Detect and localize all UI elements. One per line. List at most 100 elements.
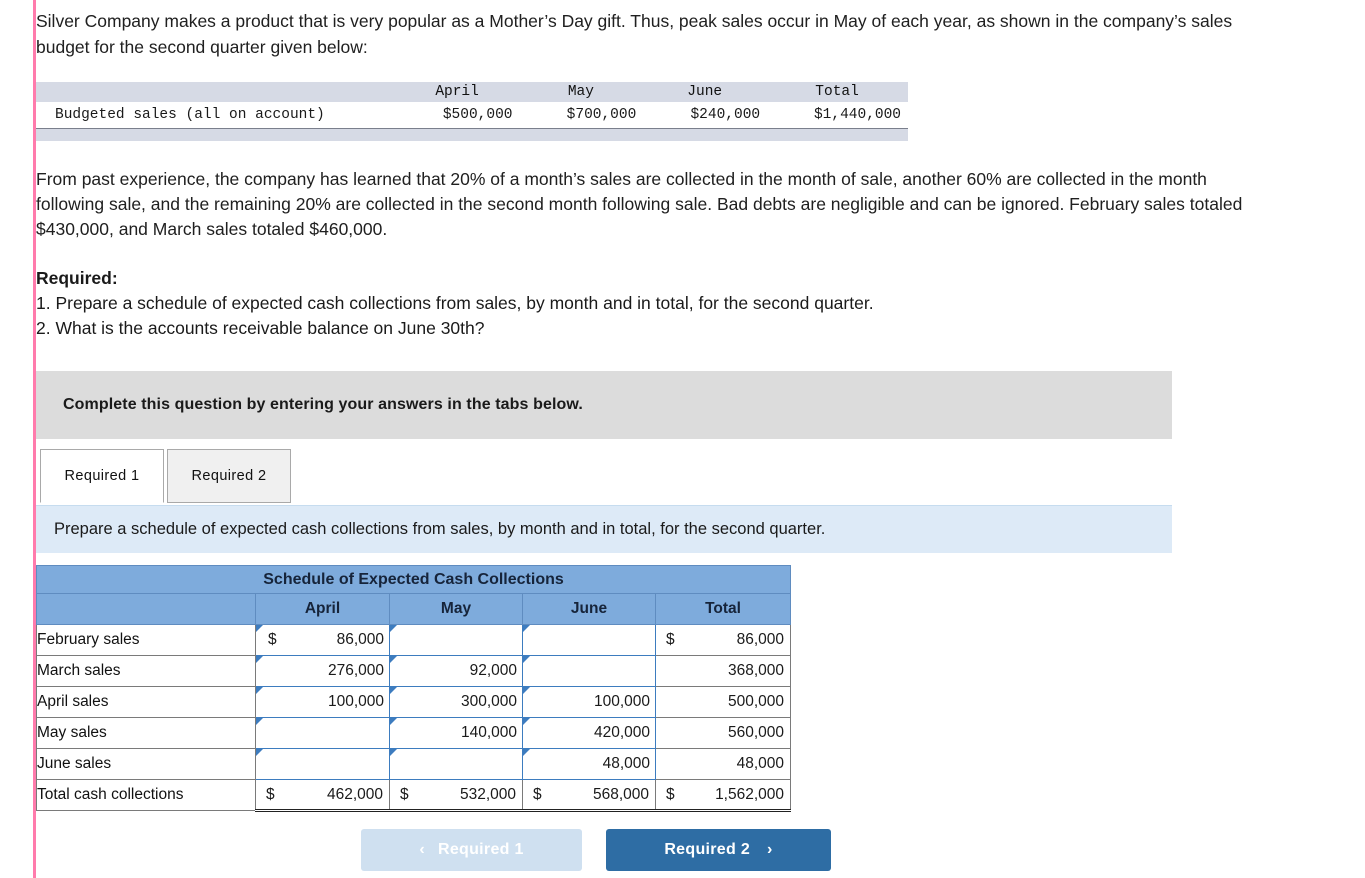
cell-value: 532,000 [459,785,516,803]
cell-total-april: $ 462,000 [255,779,390,812]
schedule-title-row: Schedule of Expected Cash Collections [35,565,792,594]
budget-header-blank [36,82,402,102]
table-row: May sales 140,000 420,000 560,000 [36,717,792,749]
cell-value: 276,000 [327,662,384,679]
cell-may-total: 560,000 [654,717,792,749]
schedule-title: Schedule of Expected Cash Collections [35,565,792,594]
chevron-left-icon: ‹ [419,841,425,858]
question-intro-text: Silver Company makes a product that is v… [36,11,1233,57]
cell-value: 86,000 [336,631,384,648]
required-item-1: 1. Prepare a schedule of expected cash c… [36,293,874,313]
cell-may-june[interactable]: 420,000 [522,717,656,749]
cell-june-june[interactable]: 48,000 [522,748,656,780]
required-heading: Required: [36,268,118,288]
page-content: Silver Company makes a product that is v… [35,0,1365,812]
next-button-label: Required 2 [664,841,751,858]
cell-march-may[interactable]: 92,000 [389,655,523,687]
row-label-total-cash-collections: Total cash collections [36,779,256,811]
budget-table-head: April May June Total [36,82,908,102]
cell-april-june[interactable]: 100,000 [522,686,656,718]
cell-june-may[interactable] [389,748,523,780]
cell-april-april[interactable]: 100,000 [255,686,390,718]
cell-total-may: $ 532,000 [389,779,523,812]
row-label-june: June sales [36,748,256,780]
cell-value: 100,000 [593,693,650,710]
previous-required-1-button[interactable]: ‹ Required 1 [361,829,582,871]
previous-button-label: Required 1 [437,841,524,858]
cell-value: 140,000 [460,724,517,741]
tab-prompt-text: Prepare a schedule of expected cash coll… [54,520,826,538]
cell-april-total: 500,000 [654,686,792,718]
cell-value: 48,000 [602,755,650,772]
cell-value: 462,000 [326,785,383,803]
schedule-table: Schedule of Expected Cash Collections Ap… [35,565,792,812]
budget-value-june: $240,000 [649,102,774,129]
budget-value-april: $500,000 [401,102,526,129]
cell-march-april[interactable]: 276,000 [255,655,390,687]
cell-value: 100,000 [327,693,384,710]
budget-header-row: April May June Total [36,82,908,102]
currency-symbol: $ [666,785,675,803]
cell-june-april[interactable] [255,748,390,780]
row-label-february: February sales [36,624,256,656]
cell-value: 560,000 [728,724,785,741]
tab-required-1[interactable]: Required 1 [40,449,164,503]
cell-june-total: 48,000 [654,748,792,780]
cell-value: 86,000 [736,631,785,648]
schedule-header-june: June [522,593,656,625]
cell-may-april[interactable] [255,717,390,749]
budgeted-sales-table-wrapper: April May June Total Budgeted sales (all… [36,82,908,141]
tab-bar: Required 1 Required 2 [36,449,1172,505]
tab-required-2-label: Required 2 [191,468,267,484]
table-row-totals: Total cash collections $ 462,000 $ 532,0… [36,779,792,812]
cell-february-total: $ 86,000 [654,624,792,656]
cell-february-may[interactable] [389,624,523,656]
schedule-header-april: April [255,593,390,625]
cell-may-may[interactable]: 140,000 [389,717,523,749]
schedule-header-blank [36,593,256,625]
cell-value: 300,000 [460,693,517,710]
budget-header-total: Total [773,82,908,102]
budget-header-april: April [401,82,526,102]
row-label-may: May sales [36,717,256,749]
footer-navigation: ‹ Required 1 Required 2 › [361,829,831,871]
budgeted-sales-table: April May June Total Budgeted sales (all… [36,82,908,129]
tab-required-1-label: Required 1 [64,468,140,484]
cell-february-june[interactable] [522,624,656,656]
table-row: February sales $ 86,000 $ 86,000 [36,624,792,656]
schedule-table-wrapper: Schedule of Expected Cash Collections Ap… [35,565,792,812]
required-item-2: 2. What is the accounts receivable balan… [36,318,485,338]
budget-header-may: May [525,82,650,102]
cell-march-june[interactable] [522,655,656,687]
schedule-header-may: May [389,593,523,625]
budget-table-body: Budgeted sales (all on account) $500,000… [36,102,908,129]
cell-value: 48,000 [736,755,785,772]
chevron-right-icon: › [767,841,773,858]
budget-header-june: June [649,82,774,102]
budget-value-total: $1,440,000 [773,102,908,129]
tab-required-2[interactable]: Required 2 [167,449,291,503]
cell-february-april[interactable]: $ 86,000 [255,624,390,656]
cell-april-may[interactable]: 300,000 [389,686,523,718]
row-label-april: April sales [36,686,256,718]
cell-march-total: 368,000 [654,655,792,687]
cell-value: 368,000 [728,662,785,679]
currency-symbol: $ [268,631,277,648]
schedule-header-total: Total [654,593,792,625]
table-row: June sales 48,000 48,000 [36,748,792,780]
next-required-2-button[interactable]: Required 2 › [606,829,831,871]
cell-value: 568,000 [592,785,649,803]
budget-data-row: Budgeted sales (all on account) $500,000… [36,102,908,129]
budget-row-label: Budgeted sales (all on account) [36,102,402,129]
currency-symbol: $ [400,785,409,803]
cell-value: 500,000 [728,693,785,710]
question-body-text: From past experience, the company has le… [36,169,1243,239]
budget-value-may: $700,000 [525,102,650,129]
cell-total-june: $ 568,000 [522,779,656,812]
instruction-banner-text: Complete this question by entering your … [63,396,583,413]
table-row: April sales 100,000 300,000 100,000 500,… [36,686,792,718]
schedule-header-row: April May June Total [36,593,792,625]
cell-total-total: $ 1,562,000 [654,779,792,812]
budget-table-footer-band [36,129,908,141]
cell-value: 420,000 [593,724,650,741]
